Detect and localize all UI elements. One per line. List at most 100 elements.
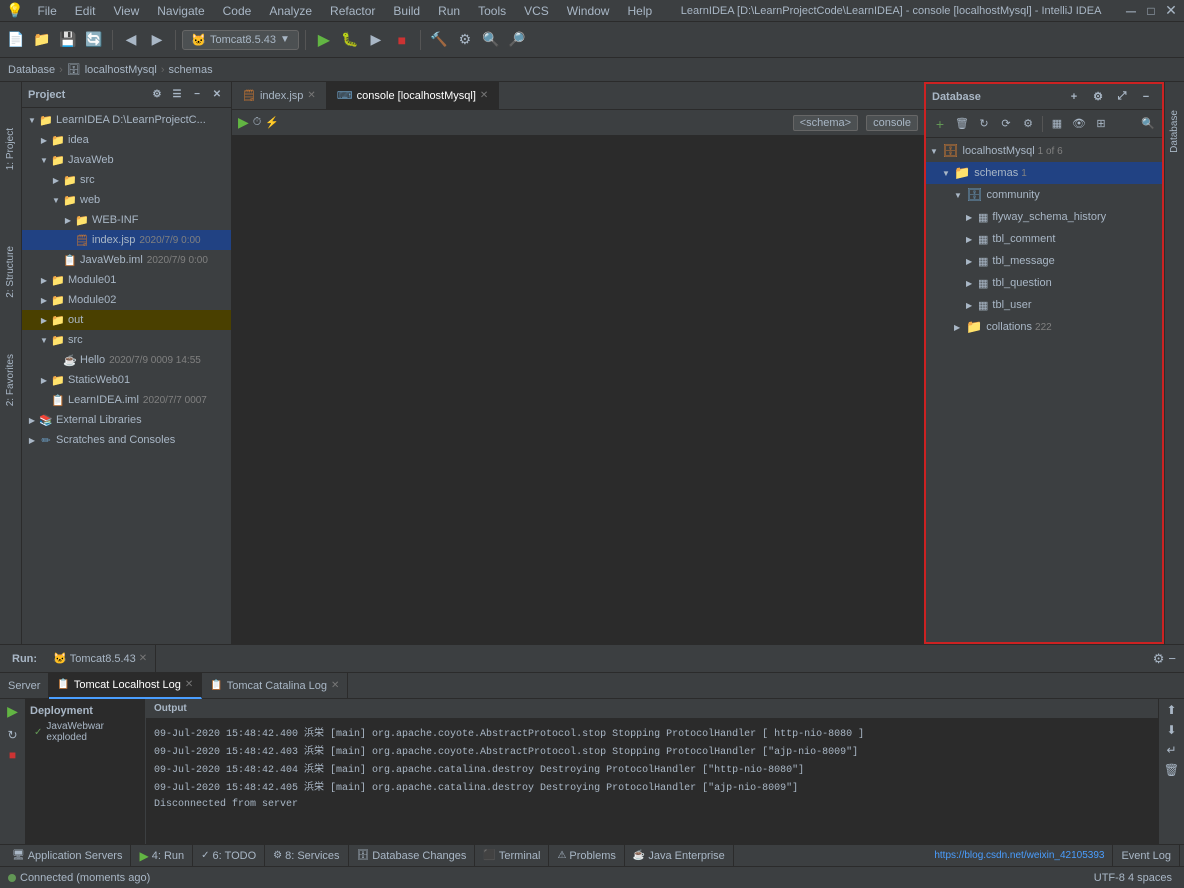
menu-window[interactable]: Window — [559, 2, 618, 20]
db-toolbar-add[interactable]: + — [930, 114, 950, 134]
db-toolbar-filter[interactable]: ⊞ — [1091, 114, 1111, 134]
run-button[interactable]: ▶ — [312, 28, 336, 52]
tab-localhost-close[interactable]: ✕ — [185, 679, 193, 690]
tree-item-webinf[interactable]: ▶ 📁 WEB-INF — [22, 210, 231, 230]
toolbar-search[interactable]: 🔍 — [479, 28, 503, 52]
menu-code[interactable]: Code — [215, 2, 260, 20]
menu-file[interactable]: File — [29, 2, 64, 20]
db-item-tblcomment[interactable]: ▶ ▦ tbl_comment — [926, 228, 1162, 250]
bottom-todo[interactable]: ✓ 6: TODO — [193, 845, 265, 867]
toolbar-sync[interactable]: 🔄 — [82, 28, 106, 52]
tomcat-selector[interactable]: 🐱 Tomcat8.5.43 ▼ — [182, 30, 299, 50]
menu-vcs[interactable]: VCS — [516, 2, 557, 20]
tree-item-module01[interactable]: ▶ 📁 Module01 — [22, 270, 231, 290]
panel-filter-icon[interactable]: ☰ — [169, 87, 185, 103]
tree-item-idea[interactable]: ▶ 📁 idea — [22, 130, 231, 150]
left-sidebar-structure-tab[interactable]: 2: Structure — [3, 240, 18, 304]
db-toolbar-settings2[interactable]: ⚙ — [1018, 114, 1038, 134]
db-expand-icon[interactable]: ⤢ — [1112, 87, 1132, 107]
db-toolbar-refresh[interactable]: ↻ — [974, 114, 994, 134]
db-toolbar-sync[interactable]: ⟳ — [996, 114, 1016, 134]
db-minimize-icon[interactable]: − — [1136, 87, 1156, 107]
left-sidebar-project-tab[interactable]: 1: Project — [3, 122, 18, 176]
toolbar-open[interactable]: 📁 — [30, 28, 54, 52]
tree-item-indexjsp[interactable]: 🗒 index.jsp 2020/7/9 0:00 — [22, 230, 231, 250]
debug-button[interactable]: 🐛 — [338, 28, 362, 52]
menu-tools[interactable]: Tools — [470, 2, 514, 20]
toolbar-forward[interactable]: ▶ — [145, 28, 169, 52]
minimize-button[interactable]: ─ — [1122, 2, 1140, 20]
tree-item-javaweb[interactable]: ▼ 📁 JavaWeb — [22, 150, 231, 170]
run-stop-btn[interactable]: ■ — [9, 748, 16, 762]
panel-minus-icon[interactable]: − — [189, 87, 205, 103]
tree-item-staticweb01[interactable]: ▶ 📁 StaticWeb01 — [22, 370, 231, 390]
run-tomcat-close[interactable]: ✕ — [139, 653, 147, 664]
left-sidebar-favorites-tab[interactable]: 2: Favorites — [3, 348, 18, 412]
breadcrumb-localdb[interactable]: 🗄 — [67, 63, 81, 76]
stop-button[interactable]: ■ — [390, 28, 414, 52]
tab-close-indexjsp[interactable]: ✕ — [307, 90, 315, 101]
tab-close-console[interactable]: ✕ — [480, 90, 488, 101]
toolbar-build[interactable]: 🔨 — [427, 28, 451, 52]
bottom-services[interactable]: ⚙ 8: Services — [265, 845, 348, 867]
db-item-tbluser[interactable]: ▶ ▦ tbl_user — [926, 294, 1162, 316]
status-encoding[interactable]: UTF-8 4 spaces — [1090, 872, 1176, 884]
editor-tab-console[interactable]: ⌨ console [localhostMysql] ✕ — [327, 82, 500, 110]
tree-item-root[interactable]: ▼ 📁 LearnIDEA D:\LearnProjectC... — [22, 110, 231, 130]
tree-item-module02[interactable]: ▶ 📁 Module02 — [22, 290, 231, 310]
statusbar-url[interactable]: https://blog.csdn.net/weixin_42105393 — [926, 845, 1113, 867]
tree-item-hello[interactable]: ☕ Hello 2020/7/9 0009 14:55 — [22, 350, 231, 370]
tree-item-src1[interactable]: ▶ 📁 src — [22, 170, 231, 190]
db-toolbar-search-db[interactable]: 🔍 — [1138, 114, 1158, 134]
maximize-button[interactable]: □ — [1142, 2, 1160, 20]
scroll-bottom-btn[interactable]: ⬇ — [1166, 723, 1176, 737]
close-button[interactable]: ✕ — [1162, 2, 1180, 20]
db-item-flyway[interactable]: ▶ ▦ flyway_schema_history — [926, 206, 1162, 228]
menu-help[interactable]: Help — [619, 2, 660, 20]
run-tomcat-tab[interactable]: 🐱 Tomcat8.5.43 ✕ — [45, 645, 156, 673]
tree-item-src2[interactable]: ▼ 📁 src — [22, 330, 231, 350]
toolbar-search2[interactable]: 🔎 — [505, 28, 529, 52]
menu-navigate[interactable]: Navigate — [149, 2, 212, 20]
run-tab-catalina-log[interactable]: 📋 Tomcat Catalina Log ✕ — [202, 673, 348, 699]
tab-catalina-close[interactable]: ✕ — [331, 680, 339, 691]
db-add-icon[interactable]: + — [1064, 87, 1084, 107]
schema-selector[interactable]: <schema> — [793, 115, 858, 131]
breadcrumb-database[interactable]: Database — [8, 64, 55, 76]
menu-analyze[interactable]: Analyze — [261, 2, 320, 20]
deployment-item[interactable]: ✓ JavaWebwar exploded — [26, 719, 145, 745]
bottom-terminal[interactable]: ⬛ Terminal — [475, 845, 549, 867]
tree-item-learnideaiml[interactable]: 📋 LearnIDEA.iml 2020/7/7 0007 — [22, 390, 231, 410]
menu-refactor[interactable]: Refactor — [322, 2, 383, 20]
toolbar-save-all[interactable]: 💾 — [56, 28, 80, 52]
db-toolbar-delete[interactable]: 🗑 — [952, 114, 972, 134]
db-item-community[interactable]: ▼ 🗄 community — [926, 184, 1162, 206]
tree-item-scratches[interactable]: ▶ ✏ Scratches and Consoles — [22, 430, 231, 450]
breadcrumb-schemas[interactable]: schemas — [169, 64, 213, 76]
toolbar-new-file[interactable]: 📄 — [4, 28, 28, 52]
filter-icon[interactable]: ⚡ — [265, 116, 279, 129]
panel-gear-icon[interactable]: ⚙ — [149, 87, 165, 103]
db-toolbar-table[interactable]: ▦ — [1047, 114, 1067, 134]
run-settings-icon[interactable]: ⚙ — [1153, 651, 1165, 667]
menu-edit[interactable]: Edit — [67, 2, 104, 20]
db-item-collations[interactable]: ▶ 📁 collations 222 — [926, 316, 1162, 338]
db-settings-icon[interactable]: ⚙ — [1088, 87, 1108, 107]
db-item-tblquestion[interactable]: ▶ ▦ tbl_question — [926, 272, 1162, 294]
scroll-top-btn[interactable]: ⬆ — [1166, 703, 1176, 717]
menu-view[interactable]: View — [105, 2, 147, 20]
breadcrumb-localdb-label[interactable]: localhostMysql — [85, 64, 157, 76]
bottom-java-enterprise[interactable]: ☕ Java Enterprise — [625, 845, 734, 867]
run-tab-localhost-log[interactable]: 📋 Tomcat Localhost Log ✕ — [49, 673, 202, 699]
tree-item-javawebiml[interactable]: 📋 JavaWeb.iml 2020/7/9 0:00 — [22, 250, 231, 270]
tree-item-web[interactable]: ▼ 📁 web — [22, 190, 231, 210]
run-with-coverage[interactable]: ▶ — [364, 28, 388, 52]
soft-wrap-btn[interactable]: ↵ — [1166, 743, 1176, 757]
db-item-schemas[interactable]: ▼ 📁 schemas 1 — [926, 162, 1162, 184]
menu-build[interactable]: Build — [385, 2, 428, 20]
bottom-app-servers[interactable]: 🖥 Application Servers — [4, 845, 131, 867]
console-selector[interactable]: console — [866, 115, 918, 131]
statusbar-event-log[interactable]: Event Log — [1113, 845, 1180, 867]
bottom-db-changes[interactable]: 🗄 Database Changes — [349, 845, 476, 867]
editor-tab-indexjsp[interactable]: 🗒 index.jsp ✕ — [232, 82, 327, 110]
